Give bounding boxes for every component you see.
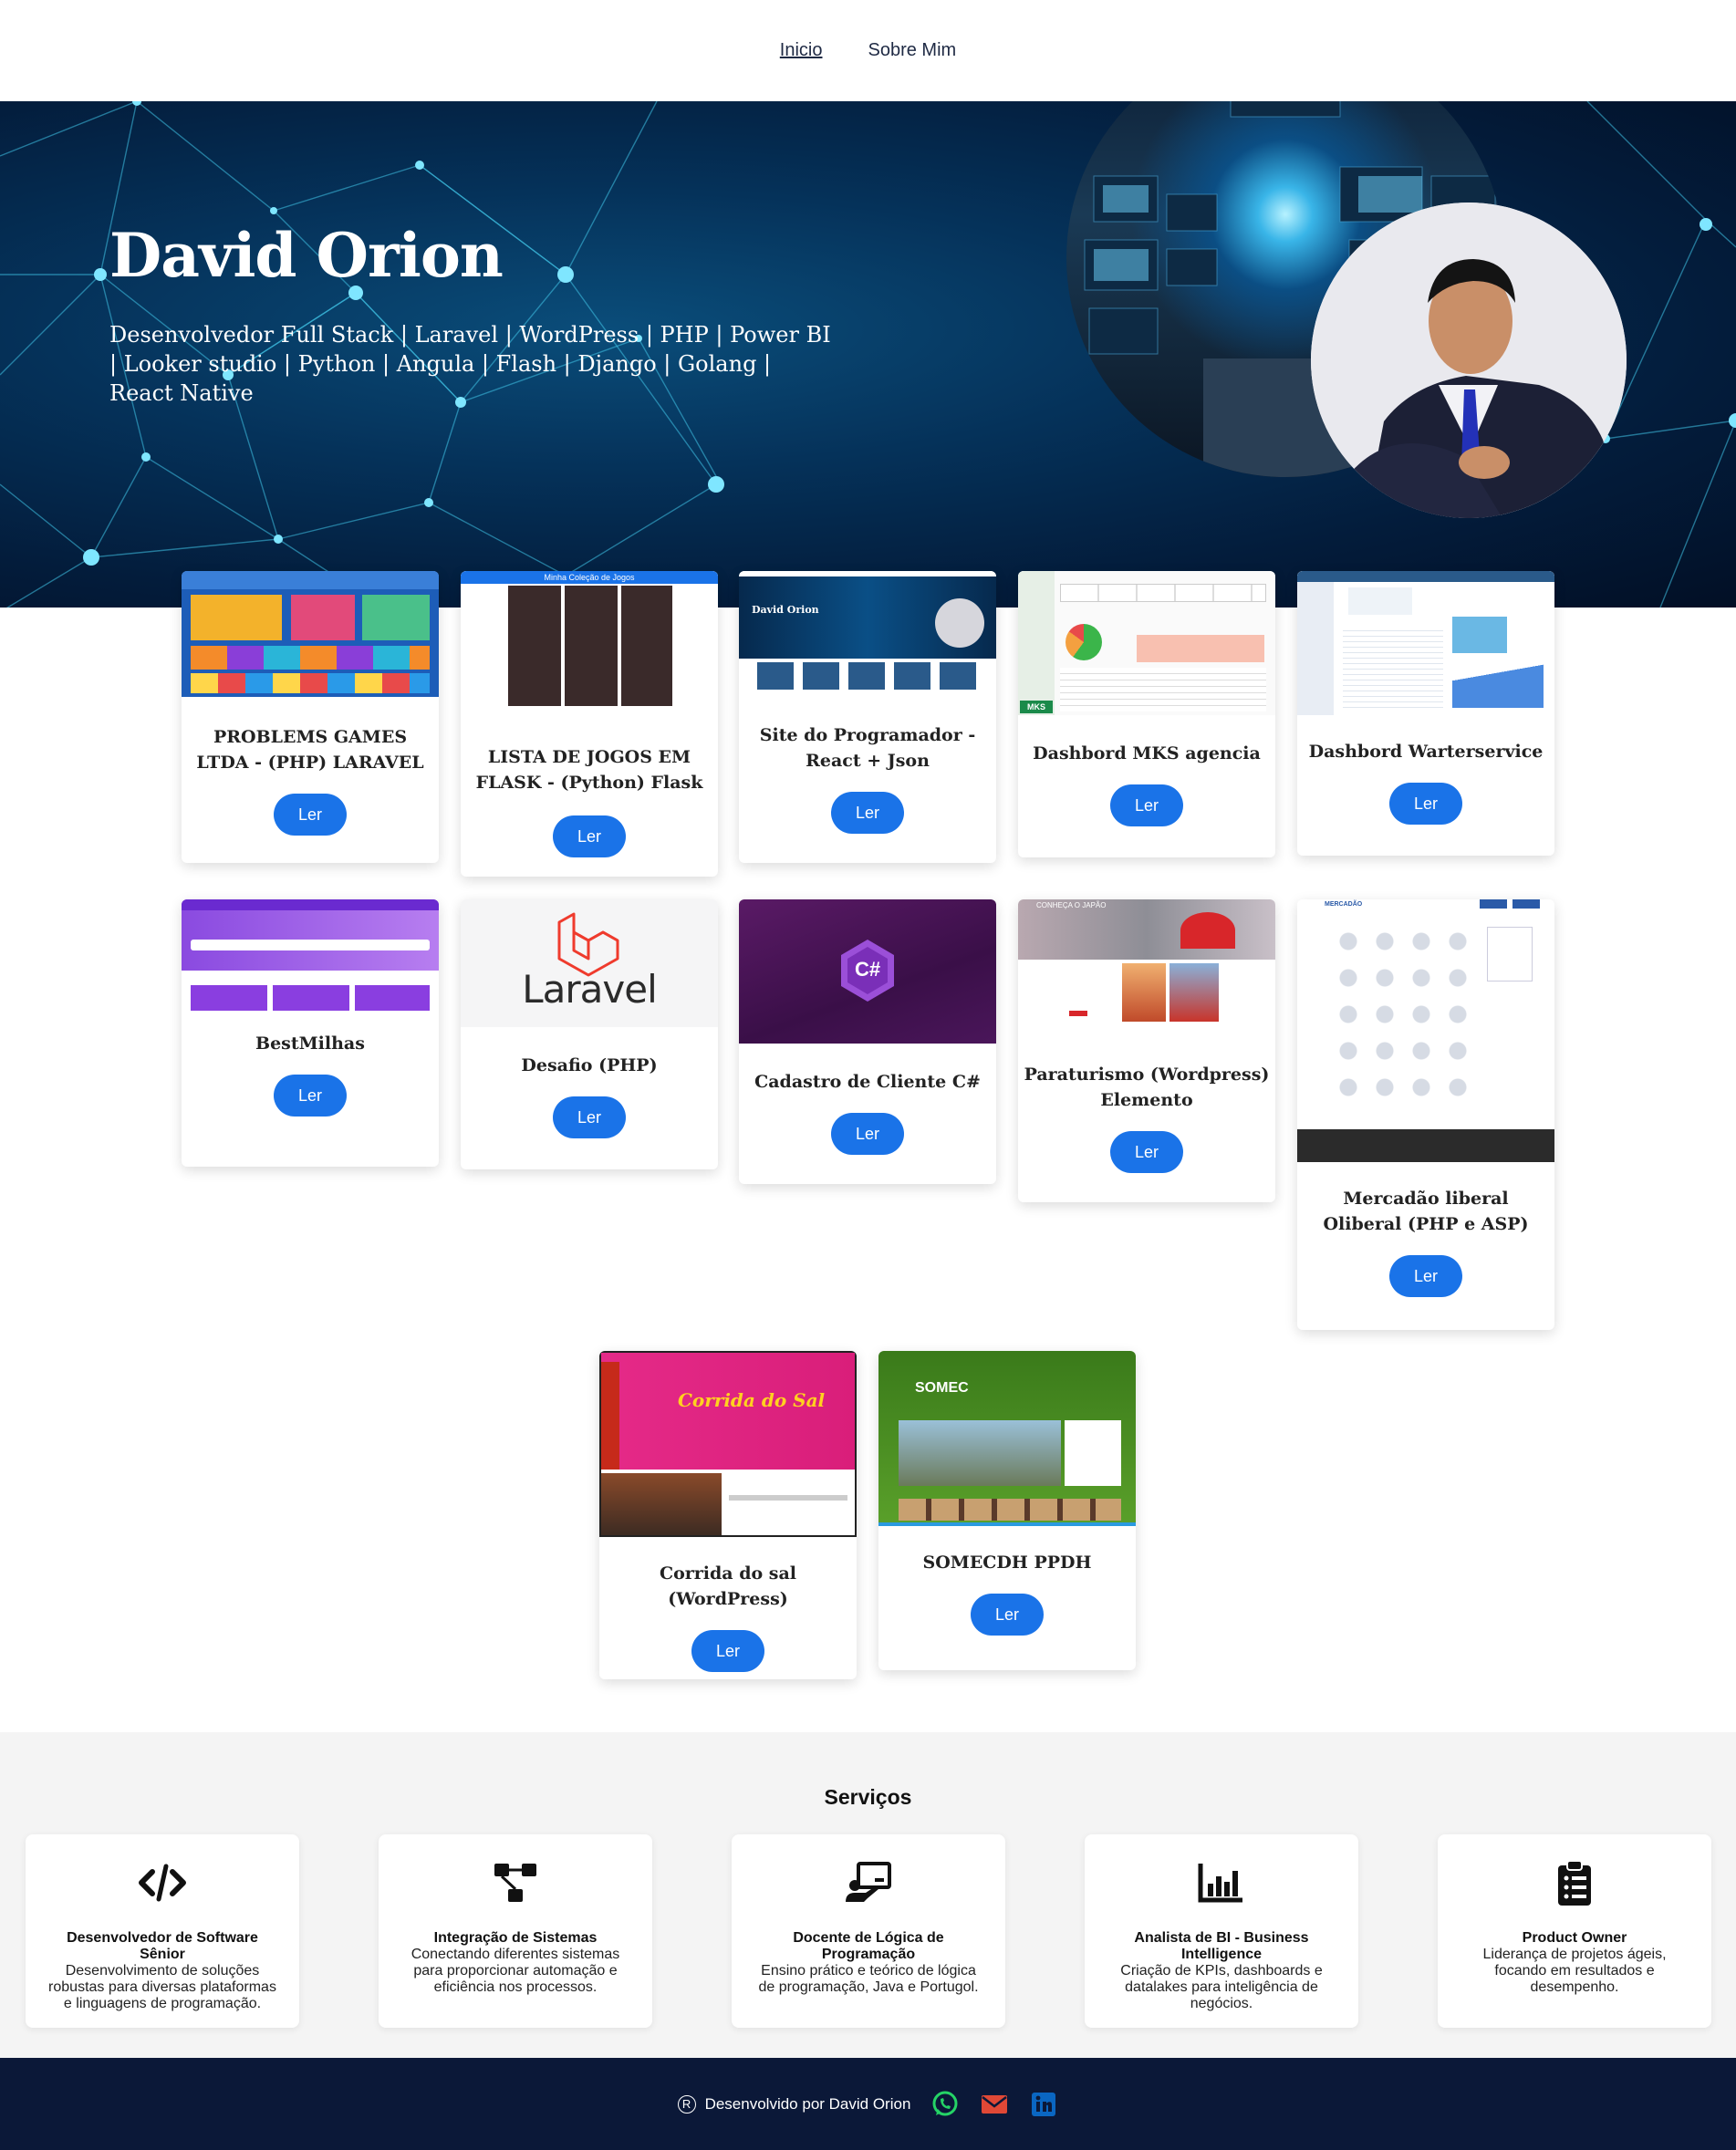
read-button[interactable]: Ler [971, 1594, 1044, 1636]
read-button[interactable]: Ler [553, 1096, 626, 1138]
csharp-label: C# [854, 958, 881, 981]
linkedin-icon[interactable] [1029, 2090, 1058, 2119]
read-button[interactable]: Ler [1389, 1255, 1462, 1297]
read-button[interactable]: Ler [1389, 783, 1462, 825]
thumb-header: CONHEÇA O JAPÃO [1036, 901, 1107, 909]
project-card: MERCADÃO Mercadão liberal Oliberal (PHP … [1297, 899, 1554, 1330]
read-button[interactable]: Ler [1110, 1131, 1183, 1173]
project-card: BestMilhas Ler [182, 899, 439, 1167]
footer-credit: R Desenvolvido por David Orion [677, 2094, 911, 2114]
services-heading: Serviços [824, 1785, 912, 1809]
bar-chart-icon [1198, 1864, 1242, 1903]
project-thumbnail: Corrida do Sal [599, 1351, 857, 1537]
project-card: Corrida do Sal Corrida do sal (WordPress… [599, 1351, 857, 1679]
service-card: Docente de Lógica de Programação Ensino … [732, 1834, 1005, 2028]
read-button[interactable]: Ler [691, 1630, 764, 1672]
clipboard-list-icon [1558, 1860, 1591, 1906]
service-title: Product Owner [1522, 1930, 1627, 1946]
service-title: Desenvolvedor de Software Sênior [67, 1930, 258, 1962]
teacher-icon [846, 1862, 891, 1902]
nav-link-sobre-mim[interactable]: Sobre Mim [868, 40, 957, 61]
service-description: Liderança de projetos ágeis, focando em … [1482, 1947, 1667, 1995]
thumb-logo: SOMEC [915, 1380, 969, 1396]
project-title: PROBLEMS GAMES LTDA - (PHP) LARAVEL [196, 727, 424, 773]
services-section: Serviços Desenvolvedor de Software Sênio… [0, 1732, 1736, 2058]
read-button[interactable]: Ler [274, 794, 347, 836]
project-card: SOMEC SOMECDH PPDH Ler [878, 1351, 1136, 1670]
read-button[interactable]: Ler [553, 815, 626, 857]
hero-subtitle: Desenvolvedor Full Stack | Laravel | Wor… [109, 322, 831, 406]
service-description: Desenvolvimento de soluções robustas par… [48, 1963, 276, 2011]
registered-icon: R [677, 2094, 696, 2114]
project-thumbnail: MKS [1018, 571, 1275, 715]
project-thumbnail [182, 571, 439, 697]
sitemap-icon [494, 1864, 536, 1902]
project-title: Mercadão liberal Oliberal (PHP e ASP) [1323, 1189, 1529, 1234]
project-title: Corrida do sal (WordPress) [659, 1563, 797, 1609]
project-thumbnail: MERCADÃO [1297, 899, 1554, 1162]
project-title: Site do Programador - React + Json [759, 725, 976, 771]
project-thumbnail: Minha Coleção de Jogos [461, 571, 718, 710]
service-card: Integração de Sistemas Conectando difere… [379, 1834, 652, 2028]
code-icon [139, 1864, 186, 1902]
top-nav: Inicio Sobre Mim [0, 0, 1736, 101]
project-thumbnail [1297, 571, 1554, 715]
project-card: Laravel Desafio (PHP) Ler [461, 899, 718, 1169]
service-title: Integração de Sistemas [433, 1930, 598, 1946]
project-card: C# Cadastro de Cliente C# Ler [739, 899, 996, 1184]
project-title: SOMECDH PPDH [922, 1553, 1092, 1573]
project-thumbnail [182, 899, 439, 1018]
project-title: Paraturismo (Wordpress) Elemento [1024, 1065, 1270, 1110]
project-thumbnail: Laravel [461, 899, 718, 1027]
project-card: CONHEÇA O JAPÃO Paraturismo (Wordpress) … [1018, 899, 1275, 1202]
thumb-header: Minha Coleção de Jogos [461, 571, 718, 584]
project-card: Minha Coleção de Jogos LISTA DE JOGOS EM… [461, 571, 718, 877]
project-title: Cadastro de Cliente C# [754, 1072, 981, 1092]
laravel-wordmark: Laravel [522, 967, 658, 1012]
read-button[interactable]: Ler [831, 792, 904, 834]
thumb-brand: MERCADÃO [1325, 901, 1363, 908]
whatsapp-icon[interactable] [930, 2090, 960, 2119]
service-title: Analista de BI - Business Intelligence [1134, 1930, 1309, 1962]
thumb-brand: MKS [1020, 701, 1053, 713]
project-thumbnail: SOMEC [878, 1351, 1136, 1526]
project-title: BestMilhas [255, 1033, 365, 1054]
project-title: Dashbord Warterservice [1308, 742, 1544, 762]
footer-text: Desenvolvido por David Orion [704, 2094, 911, 2113]
email-icon[interactable] [980, 2090, 1009, 2119]
project-thumbnail: CONHEÇA O JAPÃO [1018, 899, 1275, 1034]
read-button[interactable]: Ler [274, 1075, 347, 1117]
project-card: David Orion Site do Programador - React … [739, 571, 996, 863]
project-thumbnail: David Orion [739, 571, 996, 697]
service-description: Ensino prático e teórico de lógica de pr… [758, 1963, 979, 1995]
service-title: Docente de Lógica de Programação [793, 1930, 944, 1962]
project-thumbnail: C# [739, 899, 996, 1044]
project-card: PROBLEMS GAMES LTDA - (PHP) LARAVEL Ler [182, 571, 439, 863]
project-title: LISTA DE JOGOS EM FLASK - (Python) Flask [475, 747, 703, 793]
thumb-title: David Orion [752, 604, 819, 616]
service-card: Analista de BI - Business Intelligence C… [1085, 1834, 1358, 2028]
read-button[interactable]: Ler [1110, 784, 1183, 826]
project-title: Dashbord MKS agencia [1033, 743, 1261, 763]
project-title: Desafio (PHP) [521, 1055, 658, 1075]
hero-name: David Orion [109, 220, 504, 291]
footer: R Desenvolvido por David Orion [0, 2058, 1736, 2150]
project-card: Dashbord Warterservice Ler [1297, 571, 1554, 856]
service-description: Criação de KPIs, dashboards e datalakes … [1120, 1963, 1323, 2011]
read-button[interactable]: Ler [831, 1113, 904, 1155]
service-card: Product Owner Liderança de projetos ágei… [1438, 1834, 1711, 2028]
service-card: Desenvolvedor de Software Sênior Desenvo… [26, 1834, 299, 2028]
nav-link-inicio[interactable]: Inicio [780, 40, 823, 61]
thumb-logo: Corrida do Sal [678, 1389, 826, 1411]
profile-photo [1311, 203, 1627, 518]
service-description: Conectando diferentes sistemas para prop… [411, 1947, 620, 1995]
project-card: MKS Dashbord MKS agencia Ler [1018, 571, 1275, 857]
